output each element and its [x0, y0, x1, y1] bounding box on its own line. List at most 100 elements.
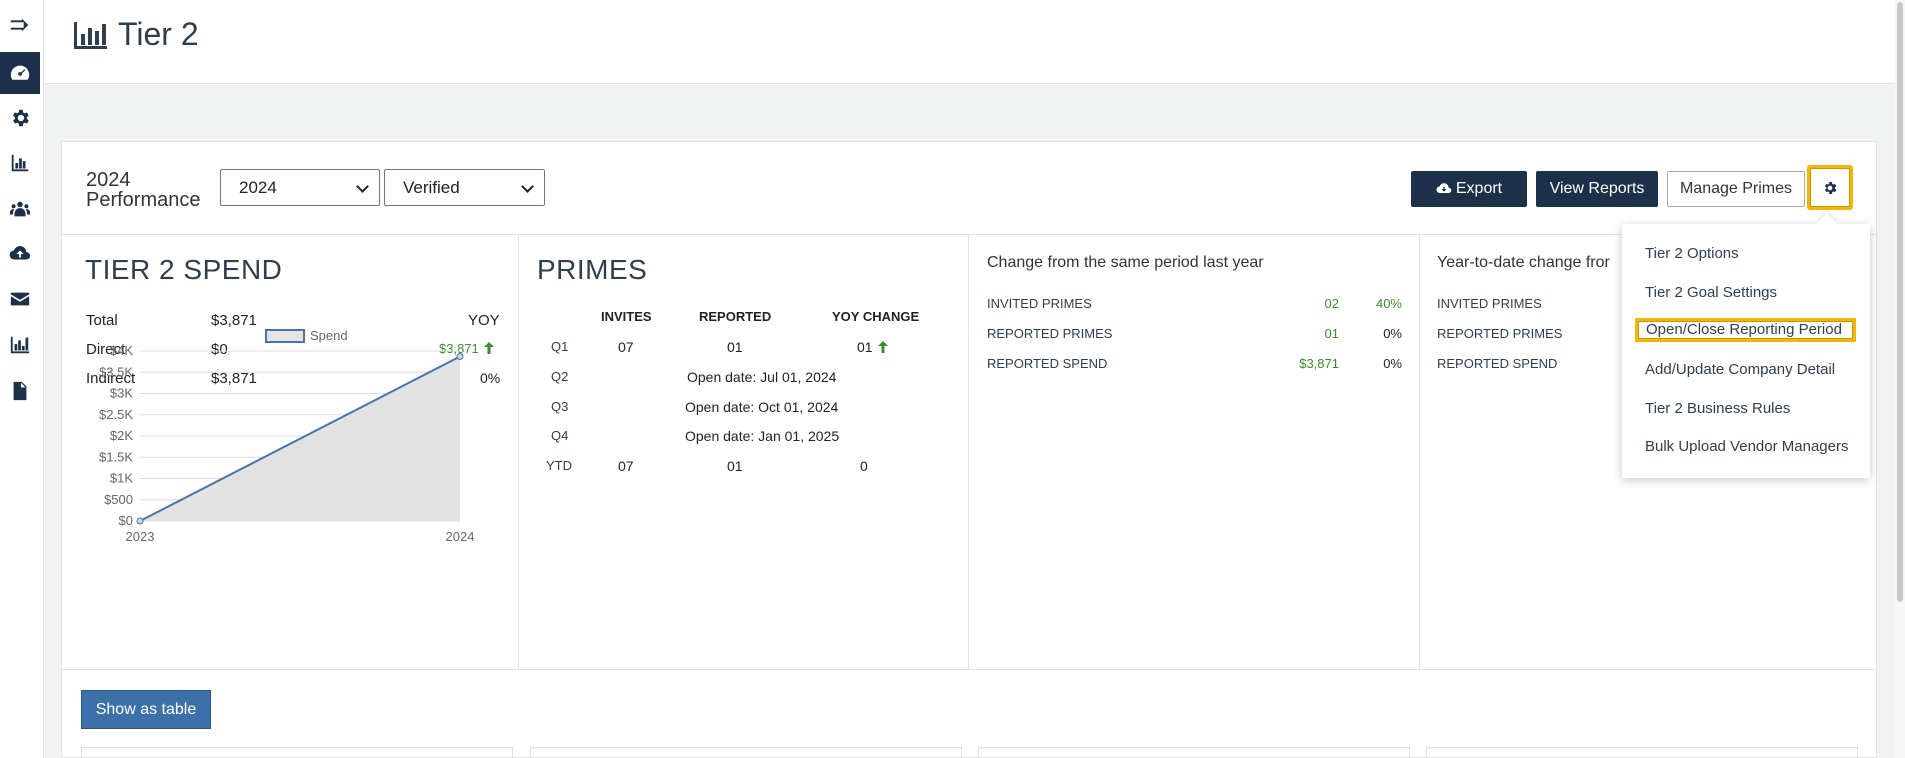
status-select-value: Verified	[403, 177, 460, 197]
gear-icon	[13, 109, 29, 127]
column-divider	[968, 234, 969, 669]
spend-area-chart: Spend$4K$3.5K$3K$2.5K$2K$1.5K$1K$500$020…	[99, 328, 474, 544]
sidebar-item-settings[interactable]	[0, 97, 40, 139]
sidebar-item-upload[interactable]	[0, 233, 40, 275]
y-tick-label: $3K	[110, 386, 133, 401]
sidebar-item-messages[interactable]	[0, 278, 40, 320]
column-divider	[518, 234, 519, 669]
bar-chart-icon	[74, 21, 107, 49]
year-select-value: 2024	[239, 177, 277, 197]
x-tick-label: 2023	[126, 529, 155, 544]
cloud-download-icon	[1436, 183, 1452, 194]
show-as-table-button[interactable]: Show as table	[81, 690, 211, 729]
year-select[interactable]: 2024	[220, 169, 380, 206]
primes-yoy: 0	[860, 458, 868, 474]
ytd-row-label: INVITED PRIMES	[1437, 296, 1542, 311]
settings-gear-button[interactable]	[1807, 165, 1853, 210]
primes-invites: 07	[618, 339, 634, 355]
dashboard-gauge-icon	[10, 65, 30, 80]
legend-swatch	[265, 329, 305, 343]
change-row-label: INVITED PRIMES	[987, 296, 1092, 311]
ytd-row-label: REPORTED PRIMES	[1437, 326, 1563, 341]
change-row-label: REPORTED PRIMES	[987, 326, 1113, 341]
sidebar-item-reports[interactable]	[0, 324, 40, 366]
y-tick-label: $500	[104, 492, 133, 507]
settings-dropdown-menu: Tier 2 Options Tier 2 Goal Settings Open…	[1622, 224, 1870, 478]
change-row-pct: 0%	[1383, 356, 1402, 371]
menu-item-bulk-upload-vendor-managers[interactable]: Bulk Upload Vendor Managers	[1645, 438, 1848, 455]
divider	[62, 234, 1878, 235]
manage-primes-label: Manage Primes	[1679, 180, 1793, 197]
change-row-label: REPORTED SPEND	[987, 356, 1108, 371]
primes-quarter: Q2	[551, 369, 569, 384]
primes-quarter: YTD	[546, 458, 572, 473]
y-tick-label: $2K	[110, 428, 133, 443]
primes-reported: 01	[727, 339, 743, 355]
y-tick-label: $1.5K	[99, 449, 133, 464]
ytd-row-label: REPORTED SPEND	[1437, 356, 1558, 371]
primes-invites: 07	[618, 458, 634, 474]
primes-header: REPORTED	[699, 309, 772, 324]
data-point	[456, 352, 464, 360]
report-chart-icon	[10, 336, 30, 354]
gear-icon	[1824, 181, 1837, 194]
primes-open-date: Open date: Jan 01, 2025	[685, 428, 840, 444]
sidebar-toggle[interactable]	[0, 4, 40, 46]
change-row-value: $3,871	[1299, 356, 1339, 371]
performance-year: 2024	[86, 169, 131, 191]
cloud-upload-icon	[9, 246, 31, 260]
sidebar-item-documents[interactable]	[0, 370, 40, 412]
summary-card	[81, 747, 513, 758]
sidebar-item-users[interactable]	[0, 188, 40, 230]
users-cog-icon	[9, 201, 31, 217]
menu-item-goal-settings[interactable]: Tier 2 Goal Settings	[1645, 284, 1777, 301]
menu-item-open-close-reporting-period[interactable]: Open/Close Reporting Period	[1635, 318, 1856, 342]
export-button[interactable]: Export	[1411, 171, 1527, 207]
summary-card	[978, 747, 1410, 758]
change-row-value: 01	[1324, 326, 1339, 341]
primes-header: INVITES	[601, 309, 652, 324]
document-icon	[13, 381, 27, 401]
primes-title: PRIMES	[537, 254, 648, 285]
sidebar-item-dashboard[interactable]	[0, 52, 40, 94]
performance-panel: 2024 Performance 2024 Verified Export Vi…	[61, 141, 1878, 758]
view-reports-label: View Reports	[1549, 180, 1645, 197]
menu-item-tier2-options[interactable]: Tier 2 Options	[1645, 245, 1739, 262]
summary-card	[530, 747, 962, 758]
menu-item-company-detail[interactable]: Add/Update Company Detail	[1645, 361, 1835, 378]
ytd-change-title: Year-to-date change fror	[1437, 254, 1610, 271]
primes-reported: 01	[727, 458, 743, 474]
page-header: Tier 2	[44, 0, 1895, 84]
sidebar	[0, 0, 44, 758]
primes-quarter: Q1	[551, 339, 569, 354]
view-reports-button[interactable]: View Reports	[1536, 171, 1658, 207]
page-title-text: Tier 2	[118, 16, 199, 52]
primes-header: YOY CHANGE	[832, 309, 920, 324]
primes-yoy-value: 01	[857, 339, 873, 355]
primes-yoy: 01	[857, 339, 889, 355]
arrow-up-icon	[877, 340, 889, 354]
primes-quarter: Q3	[551, 399, 569, 414]
change-row-value: 02	[1324, 296, 1339, 311]
performance-word: Performance	[86, 189, 201, 211]
bar-chart-icon	[11, 154, 29, 172]
y-tick-label: $2.5K	[99, 407, 133, 422]
primes-open-date: Open date: Jul 01, 2024	[687, 369, 837, 385]
y-tick-label: $1K	[110, 471, 133, 486]
menu-item-business-rules[interactable]: Tier 2 Business Rules	[1645, 400, 1790, 417]
export-button-label: Export	[1455, 180, 1503, 197]
performance-label: 2024 Performance	[86, 170, 201, 210]
y-tick-label: $0	[119, 513, 133, 528]
change-row-pct: 40%	[1375, 296, 1402, 311]
divider	[62, 669, 1878, 670]
chevron-down-icon	[521, 180, 534, 193]
manage-primes-button[interactable]: Manage Primes	[1667, 171, 1805, 207]
sidebar-item-analytics[interactable]	[0, 142, 40, 184]
y-tick-label: $4K	[110, 343, 133, 358]
status-select[interactable]: Verified	[384, 169, 545, 206]
change-row-pct: 0%	[1383, 326, 1402, 341]
scrollbar-thumb[interactable]	[1897, 2, 1903, 602]
chevron-down-icon	[356, 180, 369, 193]
envelope-icon	[10, 292, 30, 306]
primes-quarter: Q4	[551, 428, 569, 443]
